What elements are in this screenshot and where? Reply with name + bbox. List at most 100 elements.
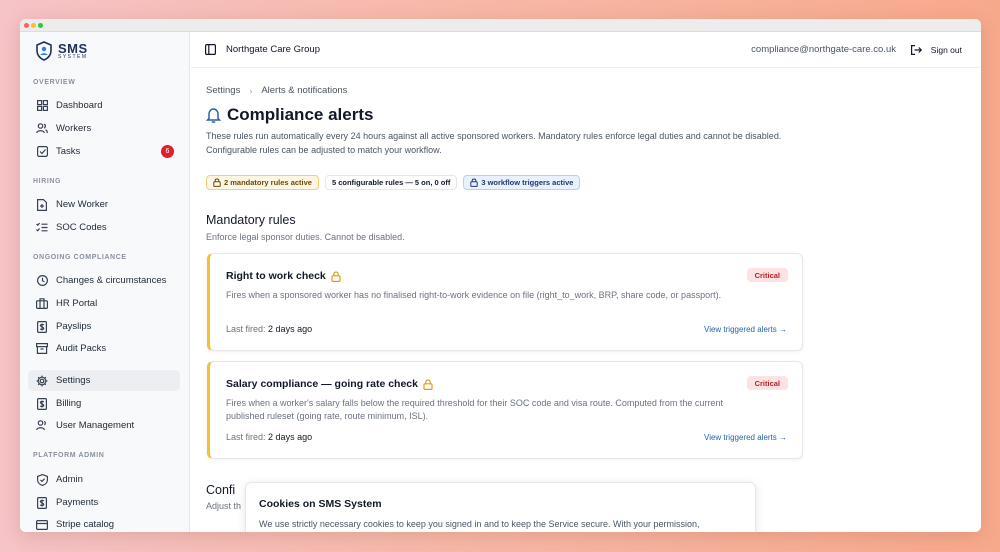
sidebar-item-payments[interactable]: Payments [28,492,180,513]
rule-card-right-to-work: Right to work check Critical Fires when … [207,253,803,351]
sidebar-item-dashboard[interactable]: Dashboard [28,95,180,116]
lock-icon [331,270,341,282]
configurable-rules-pill-label: 5 configurable rules — 5 on, 0 off [331,178,451,187]
sidebar-item-billing[interactable]: Billing [28,393,180,414]
browser-window: SMS SYSTEM OVERVIEW Dashboard Workers Ta… [20,19,981,532]
sidebar-item-label: Workers [56,123,92,134]
workflow-triggers-pill: 3 workflow triggers active [463,175,581,190]
cookie-banner: Cookies on SMS System We use strictly ne… [245,482,756,532]
configurable-rules-pill: 5 configurable rules — 5 on, 0 off [324,175,458,190]
last-fired-value: 2 days ago [268,432,313,442]
mandatory-rules-subheading: Enforce legal sponsor duties. Cannot be … [206,232,405,242]
last-fired-label: Last fired: [226,324,266,334]
last-fired-value: 2 days ago [268,324,313,334]
lock-icon [470,178,479,187]
view-triggered-alerts-link[interactable]: View triggered alerts → [704,433,787,442]
sidebar-item-workers[interactable]: Workers [28,118,180,139]
bell-icon [206,108,221,123]
sidebar-item-label: New Worker [56,199,109,210]
rule-card-salary-compliance: Salary compliance — going rate check Cri… [207,361,803,459]
breadcrumb: Settings › Alerts & notifications [206,85,347,96]
app-logo[interactable]: SMS SYSTEM [34,41,88,61]
card-icon [36,519,48,531]
sidebar-item-soc-codes[interactable]: SOC Codes [28,217,180,238]
main-content: Settings › Alerts & notifications Compli… [206,68,981,532]
sidebar-item-label: Tasks [56,146,81,157]
shield-person-logo-icon [36,41,52,61]
sidebar-item-changes[interactable]: Changes & circumstances [28,270,180,291]
minimize-window-button[interactable] [31,23,36,28]
archive-icon [36,343,48,355]
sidebar-item-settings[interactable]: Settings [28,370,180,391]
mandatory-rules-pill: 2 mandatory rules active [206,175,319,190]
checkbox-icon [36,146,48,158]
rule-title: Salary compliance — going rate check [226,378,433,390]
grid-icon [36,100,48,112]
logo-subtitle: SYSTEM [58,54,88,60]
sidebar-item-audit-packs[interactable]: Audit Packs [28,338,180,359]
section-title-hiring: HIRING [33,178,62,185]
mandatory-rules-pill-label: 2 mandatory rules active [224,178,312,187]
sidebar-item-label: Dashboard [56,100,103,111]
sidebar-item-label: Audit Packs [56,343,107,354]
sidebar-item-label: Changes & circumstances [56,275,167,286]
window-titlebar [20,19,981,32]
sidebar-item-label: Payments [56,497,99,508]
rule-description: Fires when a worker's salary falls below… [226,398,723,421]
sidebar-item-admin[interactable]: Admin [28,469,180,490]
shield-icon [36,473,48,486]
sidebar-item-stripe-catalog[interactable]: Stripe catalog [28,514,180,532]
sidebar-item-payslips[interactable]: Payslips [28,316,180,337]
page-description: These rules run automatically every 24 h… [206,131,782,155]
rule-title-text: Salary compliance — going rate check [226,378,418,390]
users-icon [36,123,48,135]
sidebar-item-hr-portal[interactable]: HR Portal [28,293,180,314]
dollar-icon [36,496,48,509]
last-fired: Last fired: 2 days ago [226,324,312,334]
sidebar-item-new-worker[interactable]: New Worker [28,194,180,215]
sidebar-item-label: Stripe catalog [56,519,115,530]
sidebar-item-user-management[interactable]: User Management [28,415,180,436]
page-title: Compliance alerts [206,105,373,125]
user-email: compliance@northgate-care.co.uk [751,44,896,55]
severity-badge: Critical [746,268,788,282]
sidebar-item-label: SOC Codes [56,222,107,233]
lock-icon [213,178,221,187]
view-triggered-alerts-link[interactable]: View triggered alerts → [704,325,787,334]
sidebar-item-label: User Management [56,420,135,431]
rule-title-text: Right to work check [226,270,326,282]
summary-pills: 2 mandatory rules active 5 configurable … [206,175,586,190]
last-fired-label: Last fired: [226,432,266,442]
sign-out-icon [910,44,922,55]
cookie-banner-title: Cookies on SMS System [259,498,382,510]
receipt-icon [36,397,48,410]
sidebar-item-label: HR Portal [56,298,98,309]
sign-out-button[interactable]: Sign out [910,44,962,55]
cookie-banner-body: We use strictly necessary cookies to kee… [259,519,700,529]
section-title-ongoing-compliance: ONGOING COMPLIANCE [33,254,127,261]
top-bar: Northgate Care Group compliance@northgat… [191,32,981,68]
lock-icon [423,378,433,390]
sidebar-item-label: Payslips [56,321,92,332]
maximize-window-button[interactable] [38,23,43,28]
briefcase-icon [36,298,48,310]
section-title-platform-admin: PLATFORM ADMIN [33,452,105,459]
sidebar-item-tasks[interactable]: Tasks 6 [28,141,180,162]
user-icon [36,420,48,432]
breadcrumb-current: Alerts & notifications [261,85,348,96]
sidebar-item-label: Settings [56,375,91,386]
sidebar-item-label: Billing [56,398,82,409]
close-window-button[interactable] [24,23,29,28]
page-title-text: Compliance alerts [227,105,374,124]
section-title-overview: OVERVIEW [33,79,76,86]
sidebar: SMS SYSTEM OVERVIEW Dashboard Workers Ta… [20,32,190,532]
rule-title: Right to work check [226,270,341,282]
severity-badge: Critical [746,376,788,390]
organization-name: Northgate Care Group [226,44,320,55]
rule-description: Fires when a sponsored worker has no fin… [226,290,722,300]
breadcrumb-settings-link[interactable]: Settings [206,85,240,96]
sidebar-toggle-icon[interactable] [205,44,216,55]
workflow-triggers-pill-label: 3 workflow triggers active [481,178,574,187]
chevron-right-icon: › [249,85,253,96]
gear-icon [36,375,48,387]
